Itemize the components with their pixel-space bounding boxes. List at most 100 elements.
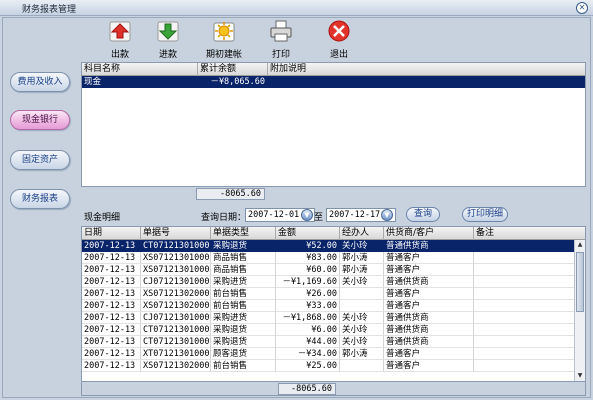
table-cell: 前台销售 — [211, 288, 276, 300]
table-cell: CJ071213010006 — [141, 312, 211, 324]
cash-detail-label: 现金明细 — [84, 213, 121, 223]
scroll-thumb[interactable] — [576, 252, 584, 312]
payout-button[interactable]: 出款 — [96, 19, 144, 60]
table-cell — [474, 264, 575, 276]
receive-label: 进款 — [158, 50, 177, 60]
table-cell — [474, 312, 575, 324]
arrow-up-icon — [106, 19, 134, 43]
table-cell: ¥25.00 — [276, 360, 340, 372]
table-row[interactable]: 2007-12-13 XS071213010001 商品销售 ¥83.00 郭小涛 普通客… — [82, 252, 585, 264]
table-cell: ¥83.00 — [276, 252, 340, 264]
table-cell: XS071213020001 — [141, 360, 211, 372]
arrow-down-icon — [154, 19, 182, 43]
exit-label: 退出 — [329, 50, 348, 60]
table-cell — [474, 288, 575, 300]
column-header[interactable]: 累计余额 — [198, 63, 268, 76]
table-cell: ¥44.00 — [276, 336, 340, 348]
column-header[interactable]: 金额 — [276, 227, 340, 240]
table-cell: 关小玲 — [340, 276, 384, 288]
date-to-dropdown-icon[interactable]: ▼ — [381, 209, 393, 221]
receive-button[interactable]: 进款 — [144, 19, 192, 60]
table-cell: 2007-12-13 — [82, 360, 141, 372]
table-cell: －¥1,169.60 — [276, 276, 340, 288]
scroll-up-icon[interactable]: ▲ — [575, 240, 585, 250]
table-cell: 郭小涛 — [340, 348, 384, 360]
account-name-cell: 现金 — [82, 76, 198, 88]
table-cell: CT071213010001 — [141, 324, 211, 336]
opening-balance-button[interactable]: 期初建帐 — [200, 19, 248, 60]
table-row[interactable]: 2007-12-13 CT071213010003 采购退货 ¥52.00 关小玲 普通供… — [82, 240, 585, 252]
table-cell — [474, 252, 575, 264]
sidebar-item-fixed-assets[interactable]: 固定资产 — [10, 150, 70, 170]
table-cell: 普通客户 — [384, 300, 474, 312]
table-cell: 2007-12-13 — [82, 276, 141, 288]
sidebar-item-expense-income[interactable]: 费用及收入 — [10, 72, 70, 92]
table-cell: ¥52.00 — [276, 240, 340, 252]
table-cell: CJ071213010001 — [141, 276, 211, 288]
table-row[interactable]: 现金 －¥8,065.60 — [82, 76, 585, 88]
table-cell: 采购退货 — [211, 240, 276, 252]
table-cell: XS071213020003 — [141, 300, 211, 312]
table-cell: 2007-12-13 — [82, 336, 141, 348]
table-cell — [474, 240, 575, 252]
table-cell: 2007-12-13 — [82, 264, 141, 276]
table-cell: 普通客户 — [384, 252, 474, 264]
balance-cell: －¥8,065.60 — [198, 76, 268, 88]
opening-balance-label: 期初建帐 — [205, 50, 242, 60]
table-row[interactable]: 2007-12-13 CT071213010002 采购退货 ¥44.00 关小玲 普通供… — [82, 336, 585, 348]
filter-bar: 现金明细 查询日期： 2007-12-01 ▼ 至 2007-12-17 ▼ 查… — [81, 206, 586, 224]
column-header[interactable]: 单据号 — [141, 227, 211, 240]
table-cell — [474, 324, 575, 336]
column-header[interactable]: 经办人 — [340, 227, 384, 240]
table-row[interactable]: 2007-12-13 XT071213010003 顾客退货 －¥34.00 郭小涛 普通… — [82, 348, 585, 360]
table-cell: 郭小涛 — [340, 252, 384, 264]
note-cell — [268, 76, 585, 88]
table-cell: 2007-12-13 — [82, 252, 141, 264]
table-cell: 2007-12-13 — [82, 300, 141, 312]
column-header[interactable]: 附加说明 — [268, 63, 585, 76]
table-cell: 商品销售 — [211, 252, 276, 264]
table-cell: ¥6.00 — [276, 324, 340, 336]
printer-icon — [267, 19, 295, 43]
table-cell — [474, 300, 575, 312]
query-button[interactable]: 查询 — [406, 207, 440, 222]
table-cell: CT071213010003 — [141, 240, 211, 252]
table-cell: 顾客退货 — [211, 348, 276, 360]
scroll-down-icon[interactable]: ▼ — [575, 371, 585, 381]
table-cell — [474, 360, 575, 372]
print-button[interactable]: 打印 — [257, 19, 305, 60]
column-header[interactable]: 单据类型 — [211, 227, 276, 240]
vertical-scrollbar[interactable]: ▲ ▼ — [574, 240, 585, 381]
print-label: 打印 — [271, 50, 290, 60]
table-row[interactable]: 2007-12-13 XS071213020001 前台销售 ¥25.00 普通客户 — [82, 360, 585, 372]
table-cell: XS071213020002 — [141, 288, 211, 300]
column-header[interactable]: 科目名称 — [82, 63, 198, 76]
table-row[interactable]: 2007-12-13 CJ071213010001 采购进货 －¥1,169.60 关小… — [82, 276, 585, 288]
table-row[interactable]: 2007-12-13 XS071213020003 前台销售 ¥33.00 普通客户 — [82, 300, 585, 312]
table-cell: 普通供货商 — [384, 276, 474, 288]
table-cell — [474, 348, 575, 360]
window-title: 财务报表管理 — [22, 5, 77, 15]
table-row[interactable]: 2007-12-13 XS071213010002 商品销售 ¥60.00 郭小涛 普通客… — [82, 264, 585, 276]
column-header[interactable]: 供货商/客户 — [384, 227, 474, 240]
table-cell: CT071213010002 — [141, 336, 211, 348]
date-from-dropdown-icon[interactable]: ▼ — [301, 209, 313, 221]
print-detail-button[interactable]: 打印明细 — [462, 207, 508, 222]
column-header[interactable]: 日期 — [82, 227, 141, 240]
table-row[interactable]: 2007-12-13 XS071213020002 前台销售 ¥26.00 普通客户 — [82, 288, 585, 300]
payout-label: 出款 — [110, 50, 129, 60]
table-row[interactable]: 2007-12-13 CJ071213010006 采购进货 －¥1,868.00 关小… — [82, 312, 585, 324]
table-row[interactable]: 2007-12-13 CT071213010001 采购退货 ¥6.00 关小玲 普通供货… — [82, 324, 585, 336]
accounts-total: -8065.60 — [196, 188, 265, 200]
title-bar: 财务报表管理 ✕ — [0, 0, 593, 16]
sidebar-item-cash-bank[interactable]: 现金银行 — [10, 110, 70, 130]
table-cell: 关小玲 — [340, 324, 384, 336]
table-cell: ¥33.00 — [276, 300, 340, 312]
exit-button[interactable]: 退出 — [315, 19, 363, 60]
table-cell: 普通客户 — [384, 288, 474, 300]
table-cell — [340, 300, 384, 312]
column-header[interactable]: 备注 — [474, 227, 584, 240]
table-cell — [340, 288, 384, 300]
window-close-icon[interactable]: ✕ — [576, 2, 588, 14]
sidebar-item-financial-reports[interactable]: 财务报表 — [10, 189, 70, 209]
